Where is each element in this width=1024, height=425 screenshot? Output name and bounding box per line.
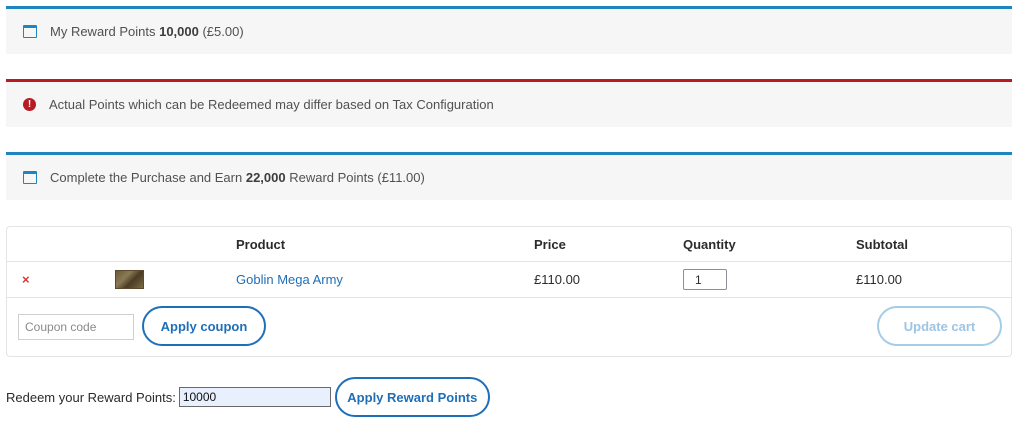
cart-actions-row: Apply coupon Update cart [7, 298, 1011, 358]
window-icon [23, 171, 37, 184]
redeem-points-form: Redeem your Reward Points: Apply Reward … [6, 377, 490, 417]
tax-warning-notice: ! Actual Points which can be Redeemed ma… [6, 79, 1012, 127]
header-price: Price [534, 236, 566, 252]
quantity-input[interactable] [683, 269, 727, 290]
error-icon: ! [23, 98, 36, 111]
my-reward-points-value: 10,000 [159, 24, 199, 39]
cart-header-row: Product Price Quantity Subtotal [7, 227, 1011, 262]
apply-coupon-button[interactable]: Apply coupon [142, 306, 266, 346]
earn-points-notice: Complete the Purchase and Earn 22,000 Re… [6, 152, 1012, 200]
product-thumbnail[interactable] [115, 270, 144, 289]
earn-points-value: 22,000 [245, 170, 286, 185]
header-product: Product [236, 236, 286, 252]
update-cart-button[interactable]: Update cart [877, 306, 1002, 346]
window-icon [23, 25, 37, 38]
item-subtotal: £110.00 [856, 272, 903, 287]
my-reward-points-text: My Reward Points 10,000 (£5.00) [50, 24, 244, 39]
header-subtotal: Subtotal [856, 236, 908, 252]
cart-item-row: × Goblin Mega Army £110.00 £110.00 [7, 262, 1011, 298]
item-price: £110.00 [534, 272, 581, 287]
redeem-points-input[interactable] [178, 387, 331, 407]
redeem-points-label: Redeem your Reward Points: [6, 389, 176, 405]
remove-item-icon[interactable]: × [22, 272, 30, 287]
header-quantity: Quantity [683, 236, 736, 252]
coupon-code-input[interactable] [18, 314, 134, 340]
apply-reward-points-button[interactable]: Apply Reward Points [334, 377, 490, 417]
product-name-link[interactable]: Goblin Mega Army [236, 272, 343, 287]
cart-table: Product Price Quantity Subtotal × Goblin… [6, 226, 1012, 357]
earn-points-text: Complete the Purchase and Earn 22,000 Re… [50, 170, 425, 185]
tax-warning-text: Actual Points which can be Redeemed may … [49, 97, 494, 112]
my-reward-points-notice: My Reward Points 10,000 (£5.00) [6, 6, 1012, 54]
